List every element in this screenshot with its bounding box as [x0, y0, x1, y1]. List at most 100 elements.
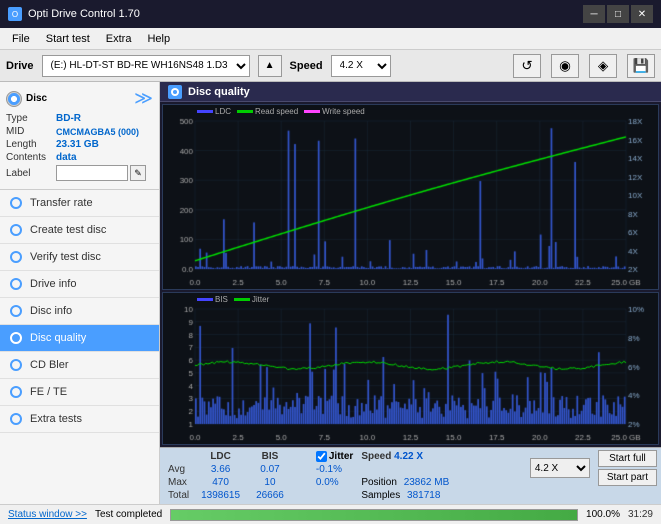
nav-label-cd-bler: CD Bler	[30, 359, 69, 371]
eject-button[interactable]: ▲	[258, 55, 282, 77]
samples-label: Samples	[361, 490, 400, 501]
speed-value: 4.22 X	[394, 451, 423, 462]
disc-length-label: Length	[6, 139, 56, 150]
extra-tests-icon	[8, 411, 24, 427]
legend-ldc: LDC	[197, 107, 231, 116]
nav-label-fe-te: FE / TE	[30, 386, 67, 398]
action-btn-2[interactable]: ◉	[551, 54, 579, 78]
speed-label: Speed	[290, 60, 323, 72]
action-btn-1[interactable]: ↺	[513, 54, 541, 78]
cd-bler-icon	[8, 357, 24, 373]
titlebar-controls: ─ □ ✕	[583, 5, 653, 23]
speed-select-bottom[interactable]: 4.2 X	[530, 458, 590, 478]
sidebar-item-create-test-disc[interactable]: Create test disc	[0, 217, 159, 244]
jitter-checkbox[interactable]	[316, 451, 327, 462]
drive-select[interactable]: (E:) HL-DT-ST BD-RE WH16NS48 1.D3	[42, 55, 250, 77]
row-avg-bis: 0.07	[248, 463, 292, 476]
nav-label-create-test-disc: Create test disc	[30, 224, 106, 236]
status-percent: 100.0%	[586, 509, 620, 520]
nav-label-drive-info: Drive info	[30, 278, 76, 290]
menu-start-test[interactable]: Start test	[38, 31, 98, 47]
disc-quality-header: Disc quality	[160, 82, 661, 102]
legend-write-speed: Write speed	[304, 107, 365, 116]
action-btn-4[interactable]: 💾	[627, 54, 655, 78]
menu-extra[interactable]: Extra	[98, 31, 140, 47]
jitter-col-label: Jitter	[329, 451, 353, 462]
top-legend: LDC Read speed Write speed	[193, 106, 369, 117]
status-window-button[interactable]: Status window >>	[8, 509, 87, 520]
col-bis: BIS	[248, 450, 292, 463]
verify-test-disc-icon	[8, 249, 24, 265]
disc-type-label: Type	[6, 113, 56, 124]
minimize-button[interactable]: ─	[583, 5, 605, 23]
disc-quality-title: Disc quality	[188, 86, 250, 98]
menubar: File Start test Extra Help	[0, 28, 661, 50]
start-part-button[interactable]: Start part	[598, 469, 657, 486]
row-total-bis: 26666	[248, 489, 292, 502]
titlebar-left: O Opti Drive Control 1.70	[8, 7, 140, 21]
create-test-disc-icon	[8, 222, 24, 238]
sidebar-item-disc-quality[interactable]: Disc quality	[0, 325, 159, 352]
disc-contents-value: data	[56, 152, 77, 163]
right-controls: 4.2 X Start full Start part	[530, 450, 657, 486]
sidebar-item-drive-info[interactable]: Drive info	[0, 271, 159, 298]
disc-label-button[interactable]: ✎	[130, 165, 146, 181]
disc-contents-label: Contents	[6, 152, 56, 163]
start-full-button[interactable]: Start full	[598, 450, 657, 467]
nav-label-disc-info: Disc info	[30, 305, 72, 317]
legend-jitter: Jitter	[234, 295, 269, 304]
bottom-chart-canvas	[163, 293, 658, 444]
test-buttons: Start full Start part	[598, 450, 657, 486]
action-btn-3[interactable]: ◈	[589, 54, 617, 78]
sidebar-item-transfer-rate[interactable]: Transfer rate	[0, 190, 159, 217]
disc-type-row: Type BD-R	[6, 113, 153, 124]
disc-quality-header-icon	[168, 85, 182, 99]
nav-label-extra-tests: Extra tests	[30, 413, 82, 425]
disc-mid-row: MID CMCMAGBA5 (000)	[6, 126, 153, 137]
disc-label-input[interactable]	[56, 165, 128, 181]
row-avg-jitter: -0.1%	[312, 463, 357, 476]
drive-info-icon	[8, 276, 24, 292]
content-area: Disc quality LDC Read speed	[160, 82, 661, 504]
fe-te-icon	[8, 384, 24, 400]
disc-length-value: 23.31 GB	[56, 139, 99, 150]
sidebar-item-disc-info[interactable]: Disc info	[0, 298, 159, 325]
disc-panel: Disc ≫ Type BD-R MID CMCMAGBA5 (000) Len…	[0, 82, 159, 190]
row-max-jitter: 0.0%	[312, 476, 357, 489]
sidebar-item-cd-bler[interactable]: CD Bler	[0, 352, 159, 379]
nav-label-verify-test-disc: Verify test disc	[30, 251, 101, 263]
disc-expand-icon[interactable]: ≫	[134, 88, 153, 109]
stats-table: LDC BIS Jitter Speed 4.22 X Avg	[164, 450, 453, 502]
close-button[interactable]: ✕	[631, 5, 653, 23]
row-total-ldc: 1398615	[193, 489, 248, 502]
status-time: 31:29	[628, 509, 653, 520]
top-chart-canvas	[163, 105, 658, 289]
sidebar-item-extra-tests[interactable]: Extra tests	[0, 406, 159, 433]
legend-read-speed: Read speed	[237, 107, 298, 116]
titlebar: O Opti Drive Control 1.70 ─ □ ✕	[0, 0, 661, 28]
row-max-bis: 10	[248, 476, 292, 489]
disc-mid-value: CMCMAGBA5 (000)	[56, 127, 139, 137]
speed-select[interactable]: 4.2 X	[331, 55, 391, 77]
sidebar-item-verify-test-disc[interactable]: Verify test disc	[0, 244, 159, 271]
row-max-ldc: 470	[193, 476, 248, 489]
row-avg-label: Avg	[164, 463, 193, 476]
drive-label: Drive	[6, 60, 34, 72]
col-ldc: LDC	[193, 450, 248, 463]
sidebar: Disc ≫ Type BD-R MID CMCMAGBA5 (000) Len…	[0, 82, 160, 504]
disc-icon	[6, 91, 22, 107]
menu-help[interactable]: Help	[139, 31, 178, 47]
charts-area: LDC Read speed Write speed	[160, 102, 661, 447]
statusbar: Status window >> Test completed 100.0% 3…	[0, 504, 661, 524]
menu-file[interactable]: File	[4, 31, 38, 47]
transfer-rate-icon	[8, 195, 24, 211]
disc-info-icon	[8, 303, 24, 319]
sidebar-item-fe-te[interactable]: FE / TE	[0, 379, 159, 406]
row-total-label: Total	[164, 489, 193, 502]
position-label: Position	[361, 477, 397, 488]
bottom-data-panel: LDC BIS Jitter Speed 4.22 X Avg	[160, 447, 661, 504]
disc-label-label: Label	[6, 168, 56, 179]
app-title: Opti Drive Control 1.70	[28, 8, 140, 20]
progress-bar-fill	[171, 510, 577, 520]
maximize-button[interactable]: □	[607, 5, 629, 23]
